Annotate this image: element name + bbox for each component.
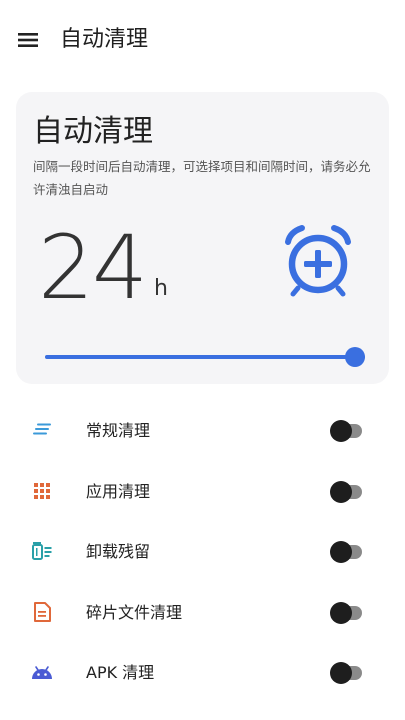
grid-icon xyxy=(30,479,54,503)
interval-card: 自动清理 间隔一段时间后自动清理，可选择项目和间隔时间，请务必允许清浊自启动 2… xyxy=(16,92,389,384)
card-description: 间隔一段时间后自动清理，可选择项目和间隔时间，请务必允许清浊自启动 xyxy=(33,159,371,197)
interval-value: 24 xyxy=(38,216,148,319)
list-item-label: 卸载残留 xyxy=(86,542,151,561)
app-bar: 自动清理 xyxy=(0,0,405,80)
list-item-apk-clean[interactable]: APK 清理 xyxy=(0,642,405,703)
hamburger-menu-icon[interactable] xyxy=(14,26,42,54)
interval-slider[interactable] xyxy=(45,346,365,368)
list-item-label: APK 清理 xyxy=(86,663,155,682)
regular-clean-toggle[interactable] xyxy=(330,420,364,442)
fragment-clean-toggle[interactable] xyxy=(330,601,364,624)
document-icon xyxy=(30,600,54,624)
list-item-uninstall-residue[interactable]: 卸载残留 xyxy=(0,521,405,582)
page-title: 自动清理 xyxy=(60,27,149,52)
auto-clean-screen: 自动清理 自动清理 间隔一段时间后自动清理，可选择项目和间隔时间，请务必允许清浊… xyxy=(0,0,405,720)
toggle-thumb xyxy=(330,662,352,684)
app-clean-toggle[interactable] xyxy=(330,480,364,503)
slider-thumb[interactable] xyxy=(345,347,365,367)
list-item-label: 常规清理 xyxy=(86,421,151,440)
list-item-regular-clean[interactable]: 常规清理 xyxy=(0,400,405,461)
list-item-fragment-clean[interactable]: 碎片文件清理 xyxy=(0,582,405,643)
interval-unit: h xyxy=(154,276,168,301)
alarm-add-icon[interactable] xyxy=(282,222,354,302)
android-icon xyxy=(30,660,54,684)
toggle-thumb xyxy=(330,541,352,563)
toggle-thumb xyxy=(330,420,352,442)
toggle-thumb xyxy=(330,480,352,503)
uninstall-residue-toggle[interactable] xyxy=(330,541,364,563)
lines-icon xyxy=(30,418,54,442)
clean-options-list: 常规清理 应用清理 卸载残留 碎片文件清理 APK 清理 xyxy=(0,400,405,703)
card-title: 自动清理 xyxy=(33,114,153,149)
slider-fill xyxy=(45,355,365,359)
list-item-label: 应用清理 xyxy=(86,481,151,501)
trash-list-icon xyxy=(30,539,54,563)
list-item-label: 碎片文件清理 xyxy=(86,602,183,622)
apk-clean-toggle[interactable] xyxy=(330,662,364,684)
list-item-app-clean[interactable]: 应用清理 xyxy=(0,461,405,522)
toggle-thumb xyxy=(330,601,352,624)
